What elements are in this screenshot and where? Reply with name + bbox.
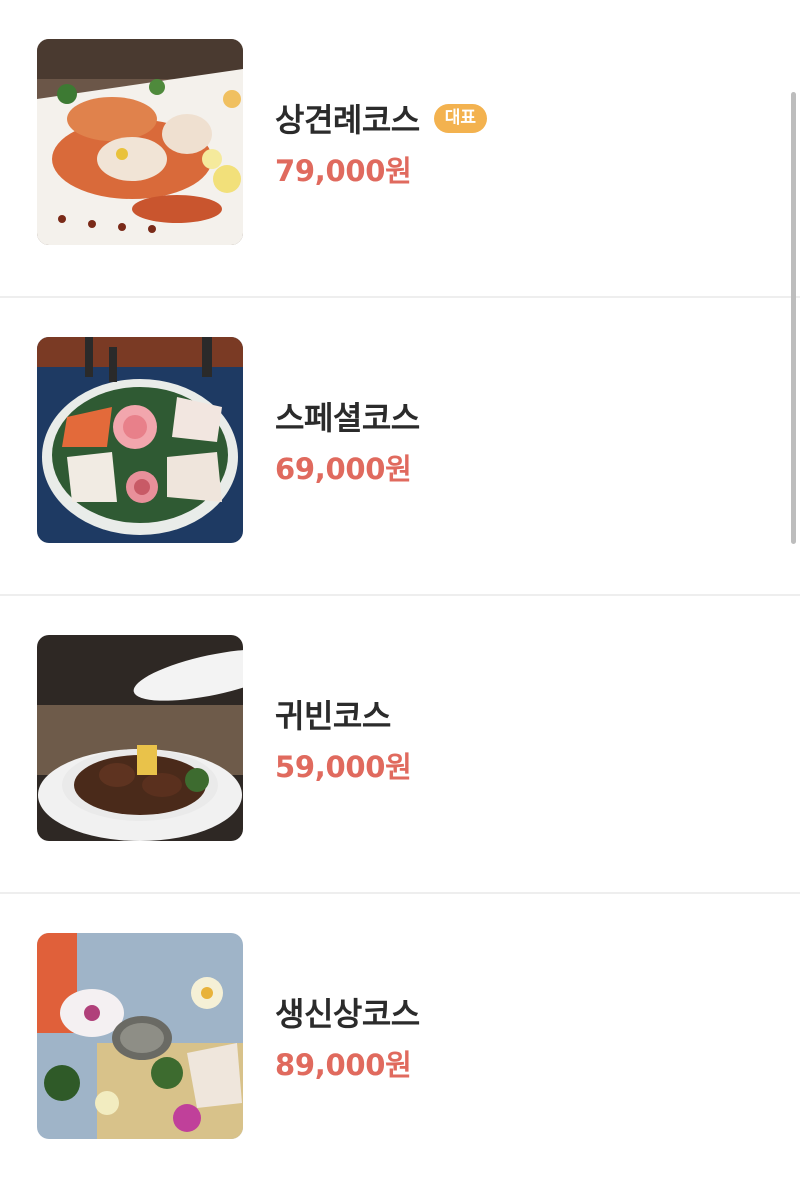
menu-item-name: 생신상코스 [275,995,420,1033]
braised-dish-photo-icon [37,635,243,841]
menu-item-name: 귀빈코스 [275,697,391,735]
shrimp-dish-photo-icon [37,39,243,245]
signature-badge: 대표 [433,103,487,133]
menu-item-photo[interactable] [37,337,243,543]
menu-item-name: 상견례코스 [275,101,420,139]
menu-item-name: 스페셜코스 [275,399,420,437]
menu-item-price: 89,000원 [275,1048,412,1082]
menu-item-photo[interactable] [37,635,243,841]
menu-item-price: 69,000원 [275,452,412,486]
menu-item[interactable]: 생신상코스 89,000원 [0,894,800,1192]
sashimi-platter-photo-icon [37,337,243,543]
menu-item-title-row: 생신상코스 [275,990,420,1034]
menu-item-photo[interactable] [37,39,243,245]
menu-item[interactable]: 귀빈코스 59,000원 [0,596,800,894]
menu-item-title-row: 상견례코스 대표 [275,96,487,140]
menu-item-title-row: 귀빈코스 [275,692,391,736]
seafood-platter-photo-icon [37,933,243,1139]
menu-item[interactable]: 상견례코스 대표 79,000원 [0,0,800,298]
menu-item[interactable]: 스페셜코스 69,000원 [0,298,800,596]
menu-list: 상견례코스 대표 79,000원 스페셜코스 69,000원 귀빈코스 59,0… [0,0,800,1184]
menu-item-price: 59,000원 [275,750,412,784]
menu-item-price: 79,000원 [275,154,412,188]
menu-item-title-row: 스페셜코스 [275,394,420,438]
scrollbar[interactable] [791,92,796,544]
menu-item-photo[interactable] [37,933,243,1139]
